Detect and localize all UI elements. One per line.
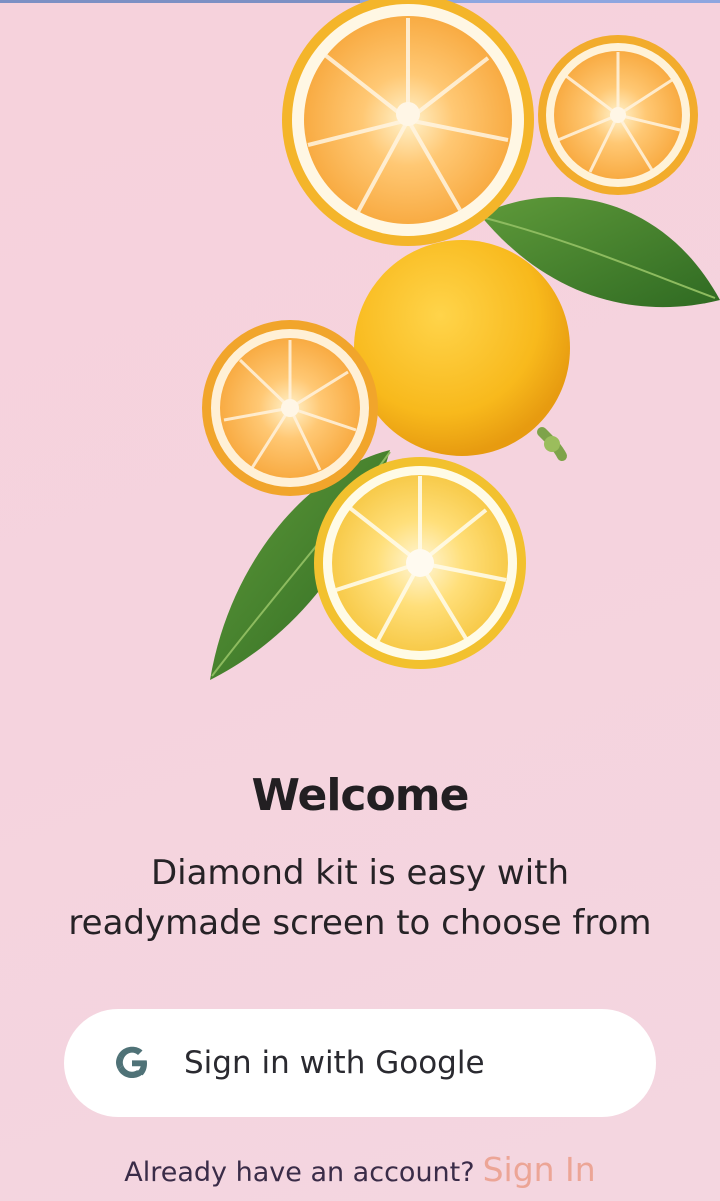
sign-in-link[interactable]: Sign In bbox=[483, 1150, 596, 1189]
lemon-half-bottom bbox=[314, 457, 526, 669]
lemon-half-top bbox=[282, 0, 534, 246]
subtitle-line-1: Diamond kit is easy with bbox=[150, 853, 570, 893]
hero-lemons-image bbox=[190, 0, 720, 700]
orange-half-left bbox=[202, 320, 378, 496]
welcome-title: Welcome bbox=[251, 770, 470, 821]
subtitle-line-2: readymade screen to choose from bbox=[68, 903, 652, 943]
already-account-text: Already have an account? bbox=[124, 1157, 475, 1188]
google-g-icon bbox=[112, 1043, 152, 1083]
welcome-subtitle: Diamond kit is easy with readymade scree… bbox=[40, 848, 680, 948]
google-button-label: Sign in with Google bbox=[184, 1045, 485, 1081]
sign-in-prompt-row: Already have an account? Sign In bbox=[0, 1150, 720, 1189]
lemons-illustration bbox=[202, 0, 720, 680]
lemon-half-top-right bbox=[538, 35, 698, 195]
sign-in-with-google-button[interactable]: Sign in with Google bbox=[64, 1009, 656, 1117]
lemon-whole bbox=[354, 240, 570, 461]
